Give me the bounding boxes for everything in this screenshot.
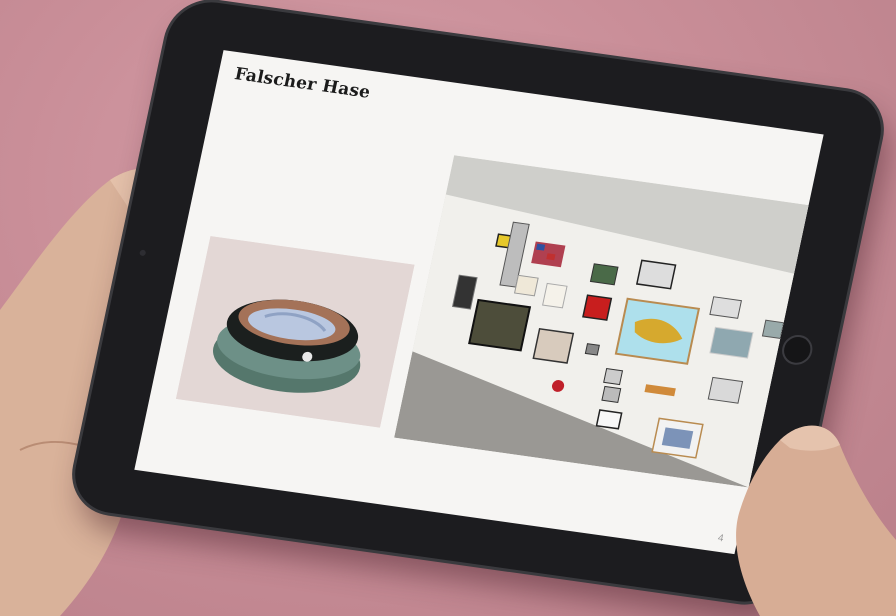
home-button[interactable] [779,333,816,367]
page-title: Falscher Hase [232,64,373,103]
bowl-artwork-photo[interactable] [175,236,415,428]
right-hand [736,425,896,616]
front-camera-icon [139,249,147,257]
